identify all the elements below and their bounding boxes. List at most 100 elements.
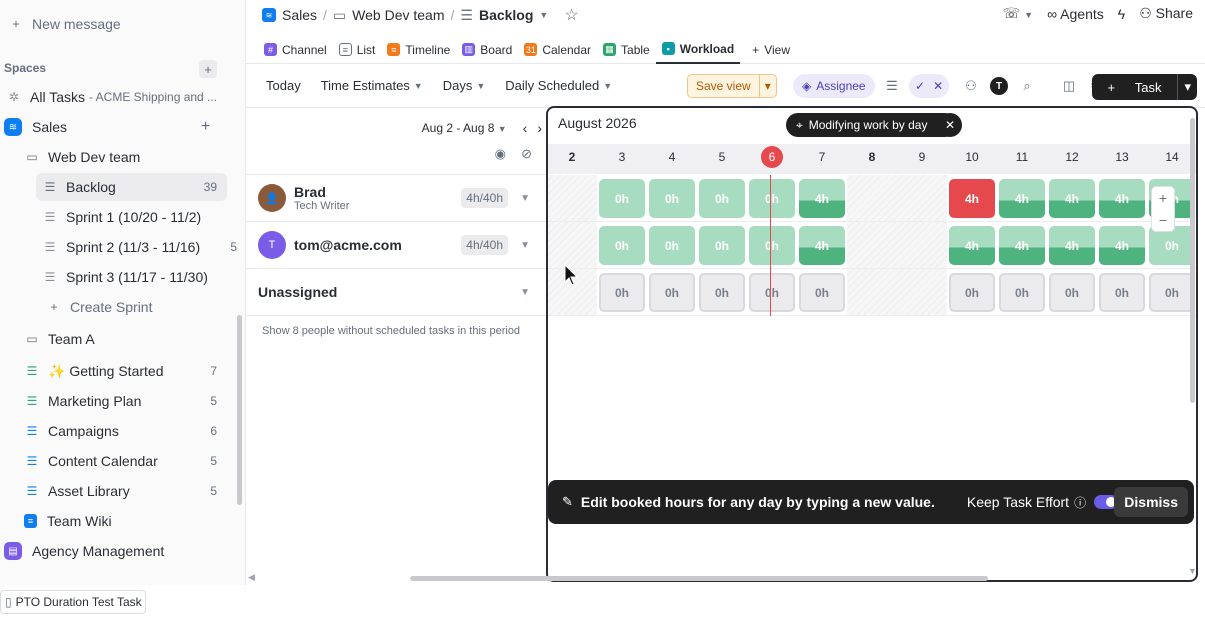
today-button[interactable]: Today [266, 78, 301, 93]
sidebar-item-campaigns[interactable]: ☰ Campaigns 6 [24, 417, 225, 445]
tab-workload[interactable]: ▪ Workload [655, 36, 741, 64]
minimized-doc-tab[interactable]: ▯ PTO Duration Test Task [0, 590, 146, 614]
days-dropdown[interactable]: Days ▼ [443, 78, 486, 93]
hidden-people-note[interactable]: Show 8 people without scheduled tasks in… [262, 325, 520, 337]
sidebar-item-getting-started[interactable]: ☰ ✨ Getting Started 7 [24, 357, 225, 385]
zoom-out-button[interactable]: − [1152, 209, 1174, 231]
close-icon[interactable]: ✕ [933, 79, 943, 93]
agents-button[interactable]: ∞ Agents [1047, 6, 1104, 22]
workload-cell[interactable]: 0h [949, 273, 995, 312]
person-row-unassigned[interactable]: Unassigned ▼ [246, 269, 546, 316]
sidebar-item-web-dev-team[interactable]: ▭ Web Dev team [24, 143, 237, 171]
workload-cell[interactable]: 0h [649, 273, 695, 312]
workload-cell[interactable]: 4h [799, 179, 845, 218]
breadcrumb-sales[interactable]: Sales [282, 7, 317, 23]
chevron-down-icon[interactable]: ▼ [520, 287, 530, 298]
tab-channel[interactable]: # Channel [258, 36, 333, 64]
workload-cell[interactable]: 0h [1099, 273, 1145, 312]
workload-cell[interactable]: 0h [699, 226, 745, 265]
date-range-dropdown[interactable]: Aug 2 - Aug 8 ▼ [422, 121, 507, 135]
workload-cell[interactable]: 4h [949, 179, 995, 218]
tab-calendar[interactable]: 31 Calendar [518, 36, 597, 64]
time-estimates-dropdown[interactable]: Time Estimates ▼ [321, 78, 423, 93]
search-icon[interactable]: ⌕ [1018, 77, 1036, 95]
person-row-tom[interactable]: T tom@acme.com 4h/40h ▼ [246, 222, 546, 269]
filter-icon[interactable]: ☰ [883, 77, 901, 95]
workload-cell[interactable]: 0h [699, 273, 745, 312]
workload-cell[interactable]: 0h [599, 273, 645, 312]
chevron-down-icon[interactable]: ▼ [520, 193, 530, 204]
add-space-button[interactable]: + [199, 60, 217, 78]
chevron-down-icon[interactable]: ▼ [520, 240, 530, 251]
person-row-brad[interactable]: 👤 Brad Tech Writer 4h/40h ▼ [246, 175, 546, 222]
chevron-down-icon[interactable]: ▾ [1177, 74, 1197, 100]
workload-cell[interactable]: 0h [649, 179, 695, 218]
sidebar-scrollbar[interactable] [237, 315, 242, 505]
workload-cell[interactable]: 4h [1049, 226, 1095, 265]
workload-cell[interactable]: 0h [749, 273, 795, 312]
phone-icon[interactable]: ☏ ▼ [1003, 5, 1033, 22]
sidebar-item-marketing-plan[interactable]: ☰ Marketing Plan 5 [24, 387, 225, 415]
assignee-filter[interactable]: ◈ Assignee [793, 74, 875, 98]
workload-cell[interactable]: 0h [749, 179, 795, 218]
workload-cell[interactable]: 0h [599, 179, 645, 218]
workload-cell[interactable]: 0h [1049, 273, 1095, 312]
sidebar-item-backlog[interactable]: ☰ Backlog 39 [36, 173, 227, 201]
workload-cell[interactable]: 0h [699, 179, 745, 218]
add-view-button[interactable]: + View [746, 36, 796, 64]
star-icon[interactable]: ☆ [564, 5, 578, 25]
tab-table[interactable]: ▦ Table [597, 36, 656, 64]
add-to-sales-button[interactable]: + [201, 118, 210, 136]
workload-cell[interactable]: 4h [1099, 226, 1145, 265]
info-icon[interactable]: ⓘ [1074, 494, 1086, 511]
sidebar-item-agency-management[interactable]: ▤ Agency Management [4, 537, 237, 565]
avatar[interactable]: T [990, 77, 1008, 95]
sidebar-item-asset-library[interactable]: ☰ Asset Library 5 [24, 477, 225, 505]
sidebar-item-all-tasks[interactable]: ✲ All Tasks - ACME Shipping and ... [6, 83, 237, 111]
workload-cell[interactable]: 4h [999, 226, 1045, 265]
workload-cell[interactable]: 4h [1049, 179, 1095, 218]
sidebar-item-sprint-3[interactable]: ☰ Sprint 3 (11/17 - 11/30) [42, 263, 237, 291]
chevron-right-icon[interactable]: › [537, 120, 542, 136]
breadcrumb-list[interactable]: Backlog [479, 7, 533, 23]
scroll-down-icon[interactable]: ▼ [1188, 566, 1197, 576]
check-filter[interactable]: ✓ ✕ [909, 74, 950, 98]
sidebar-item-sprint-2[interactable]: ☰ Sprint 2 (11/3 - 11/16) 5 [42, 233, 237, 261]
workload-cell[interactable]: 4h [999, 179, 1045, 218]
close-icon[interactable]: ✕ [938, 113, 962, 137]
eye-icon[interactable]: ◉ [495, 146, 506, 162]
tab-timeline[interactable]: ≡ Timeline [381, 36, 456, 64]
sidebar-item-team-wiki[interactable]: ≡ Team Wiki [24, 507, 237, 535]
workload-cell[interactable]: 0h [599, 226, 645, 265]
people-icon[interactable]: ⚇ [962, 77, 980, 95]
tab-list[interactable]: ≡ List [333, 36, 382, 64]
sidebar-item-sprint-1[interactable]: ☰ Sprint 1 (10/20 - 11/2) [42, 203, 237, 231]
workload-cell[interactable]: 4h [799, 226, 845, 265]
sidebar-item-content-calendar[interactable]: ☰ Content Calendar 5 [24, 447, 225, 475]
dismiss-button[interactable]: Dismiss [1114, 487, 1188, 517]
sidebar-item-team-a[interactable]: ▭ Team A [24, 325, 237, 353]
chevron-down-icon[interactable]: ▾ [758, 75, 776, 97]
workload-cell[interactable]: 0h [799, 273, 845, 312]
add-task-button[interactable]: + Task ▾ [1091, 74, 1197, 100]
check-circle-icon[interactable]: ⊘ [521, 146, 532, 162]
workload-cell[interactable]: 4h [1099, 179, 1145, 218]
breadcrumb-folder[interactable]: Web Dev team [352, 7, 444, 23]
calendar-scrollbar[interactable] [1190, 118, 1195, 403]
chevron-left-icon[interactable]: ‹ [523, 120, 528, 136]
workload-cell[interactable]: 0h [649, 226, 695, 265]
workload-cell[interactable]: 4h [949, 226, 995, 265]
create-sprint-button[interactable]: + Create Sprint [46, 293, 237, 321]
workload-cell[interactable]: 0h [999, 273, 1045, 312]
horizontal-scrollbar[interactable] [410, 576, 988, 581]
daily-scheduled-dropdown[interactable]: Daily Scheduled ▼ [505, 78, 612, 93]
share-button[interactable]: ⚇ Share [1139, 5, 1193, 22]
tab-board[interactable]: ▥ Board [456, 36, 518, 64]
lightning-icon[interactable]: ϟ [1118, 6, 1125, 22]
zoom-in-button[interactable]: + [1152, 187, 1174, 209]
scroll-left-icon[interactable]: ◀ [248, 572, 255, 583]
workload-cell[interactable]: 0h [749, 226, 795, 265]
save-view-button[interactable]: Save view ▾ [687, 74, 777, 98]
workload-cell[interactable]: 0h [1149, 273, 1195, 312]
panel-icon[interactable]: ◫ [1060, 77, 1078, 95]
